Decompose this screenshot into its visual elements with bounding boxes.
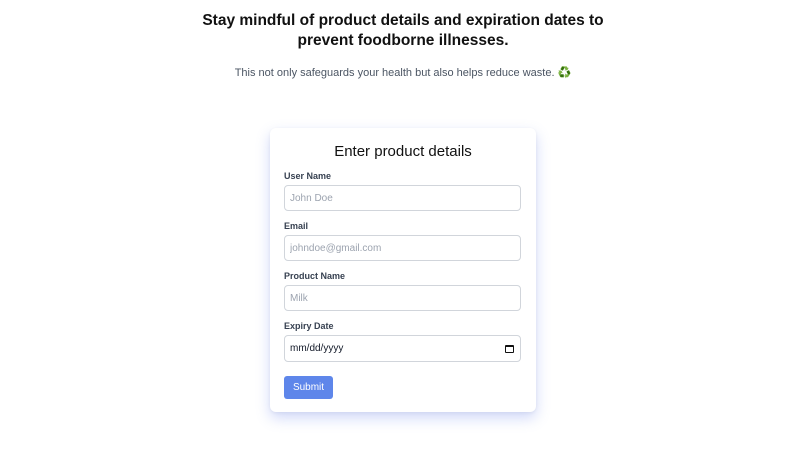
calendar-icon[interactable] <box>505 345 514 353</box>
product-name-field-group: Product Name <box>284 271 522 311</box>
page-headline: Stay mindful of product details and expi… <box>0 11 806 51</box>
form-title: Enter product details <box>334 143 472 160</box>
expiry-date-input[interactable]: mm/dd/yyyy <box>284 335 521 362</box>
product-name-label: Product Name <box>284 271 346 281</box>
submit-button[interactable]: Submit <box>284 376 333 399</box>
headline-line-2: prevent foodborne illnesses. <box>297 32 509 49</box>
user-name-input[interactable] <box>284 185 521 211</box>
recycle-icon: ♻️ <box>557 67 572 79</box>
headline-line-1: Stay mindful of product details and expi… <box>202 12 604 29</box>
expiry-date-field-group: Expiry Date mm/dd/yyyy <box>284 321 522 362</box>
page-subtitle: This not only safeguards your health but… <box>0 66 806 79</box>
email-field-group: Email <box>284 221 522 261</box>
email-input[interactable] <box>284 235 521 261</box>
product-form-card: Enter product details User Name Email Pr… <box>270 128 536 412</box>
user-name-label: User Name <box>284 171 332 181</box>
user-name-field-group: User Name <box>284 171 522 211</box>
email-label: Email <box>284 221 309 231</box>
expiry-date-label: Expiry Date <box>284 321 334 331</box>
expiry-date-value: mm/dd/yyyy <box>290 343 344 354</box>
subtitle-text: This not only safeguards your health but… <box>234 67 555 79</box>
product-name-input[interactable] <box>284 285 521 311</box>
